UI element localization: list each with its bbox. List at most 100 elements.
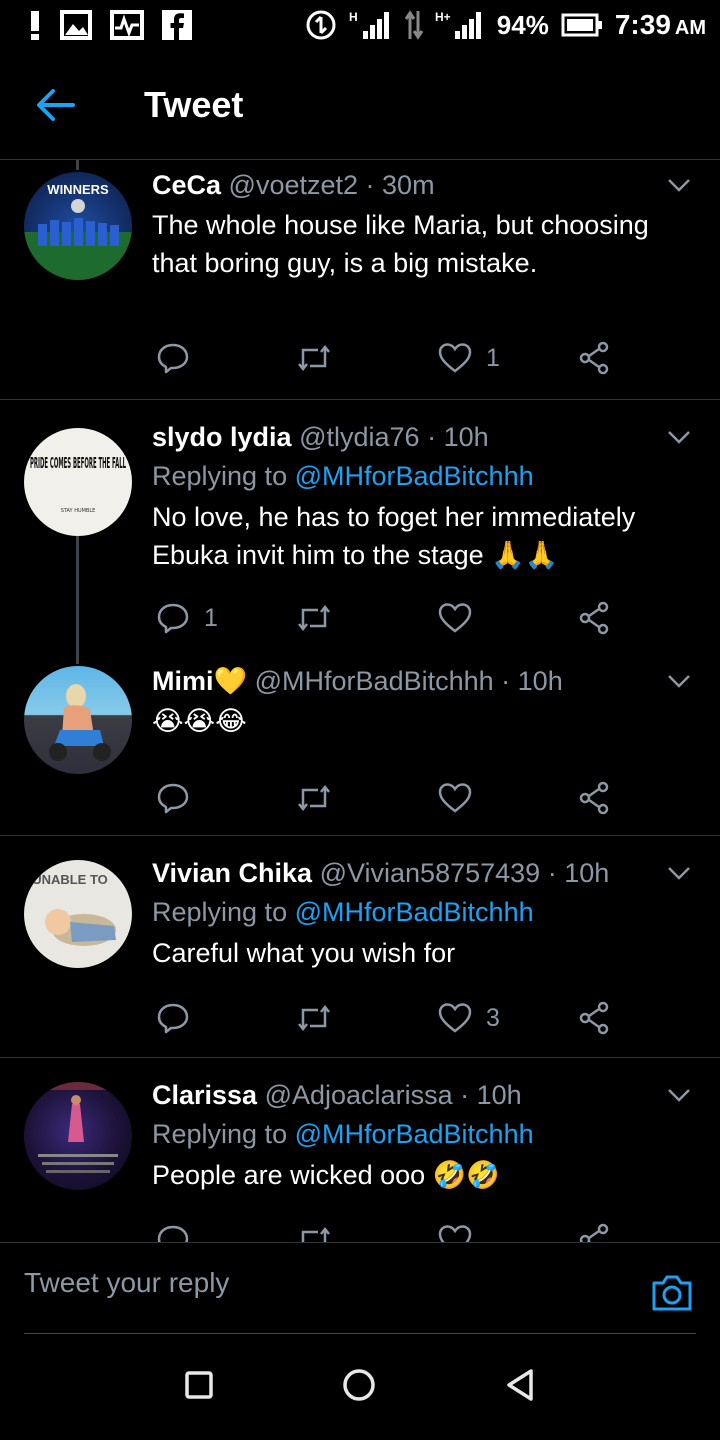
author-name[interactable]: Mimi💛: [152, 666, 247, 696]
tweet-actions: 1: [152, 338, 622, 378]
avatar[interactable]: [24, 666, 132, 774]
reply-input[interactable]: Tweet your reply: [24, 1267, 229, 1299]
chevron-down-icon[interactable]: [664, 666, 694, 696]
retweet-icon: [298, 1004, 330, 1032]
chevron-down-icon[interactable]: [664, 422, 694, 452]
retweet-icon: [298, 784, 330, 812]
thread-connector: [76, 160, 79, 170]
retweet-button[interactable]: [296, 998, 346, 1038]
back-nav-button[interactable]: [504, 1367, 536, 1408]
reply-icon: [157, 343, 189, 374]
signal-1-icon: H: [349, 9, 393, 41]
avatar[interactable]: [24, 1082, 132, 1190]
reply-button[interactable]: [156, 998, 204, 1038]
replying-to-mention[interactable]: @MHforBadBitchhh: [295, 1119, 534, 1149]
like-count: 1: [486, 343, 500, 372]
replying-to-mention[interactable]: @MHforBadBitchhh: [295, 461, 534, 491]
tweet[interactable]: UNABLE TO Vivian Chika @Vivian58757439 ·…: [0, 836, 720, 1058]
tweet-text: The whole house like Maria, but choosing…: [152, 210, 649, 278]
share-button[interactable]: [578, 998, 610, 1038]
heart-icon: [438, 783, 472, 813]
replies-feed[interactable]: WINNERS CeCa @voetzet2 · 30m The whole h…: [0, 160, 720, 1242]
avatar-text: WINNERS: [47, 182, 109, 197]
reply-composer: Tweet your reply: [0, 1242, 720, 1334]
replying-to-prefix: Replying to: [152, 461, 295, 491]
camera-icon: [652, 1275, 692, 1311]
author-handle[interactable]: @Vivian58757439: [320, 858, 541, 888]
reply-button[interactable]: [156, 338, 204, 378]
home-button[interactable]: [341, 1367, 377, 1408]
back-button[interactable]: [0, 50, 110, 160]
author-name[interactable]: CeCa: [152, 170, 221, 200]
author-name[interactable]: slydo lydia: [152, 422, 292, 452]
back-arrow-icon: [37, 88, 75, 121]
avatar[interactable]: UNABLE TO: [24, 860, 132, 968]
replying-to-mention[interactable]: @MHforBadBitchhh: [295, 897, 534, 927]
share-icon: [579, 1223, 609, 1242]
replying-to: Replying to @MHforBadBitchhh: [152, 458, 690, 494]
retweet-button[interactable]: [296, 598, 346, 638]
like-button[interactable]: 3: [438, 998, 500, 1038]
author-handle[interactable]: @MHforBadBitchhh: [255, 666, 494, 696]
tweet-actions: 1: [152, 598, 622, 638]
reply-icon: [157, 1003, 189, 1034]
retweet-button[interactable]: [296, 1220, 346, 1242]
heart-icon: [438, 603, 472, 633]
like-button[interactable]: [438, 1220, 486, 1242]
page-title: Tweet: [144, 83, 244, 125]
tweet-actions: [152, 1220, 622, 1242]
battery-percent: 94%: [496, 9, 549, 40]
system-nav-bar: [0, 1334, 720, 1440]
avatar-image: UNABLE TO: [32, 872, 116, 946]
chevron-down-icon[interactable]: [664, 858, 694, 888]
app-header: Tweet: [0, 50, 720, 160]
share-icon: [579, 341, 609, 375]
retweet-button[interactable]: [296, 778, 346, 818]
tweet[interactable]: PRIDE COMES BEFORE THE FALL STAY HUMBLE …: [0, 400, 720, 664]
avatar-image: [49, 684, 111, 761]
like-button[interactable]: 1: [438, 338, 500, 378]
recents-button[interactable]: [184, 1370, 214, 1405]
author-handle[interactable]: @voetzet2: [229, 170, 358, 200]
reply-button[interactable]: [156, 778, 204, 818]
avatar[interactable]: WINNERS: [24, 172, 132, 280]
tweet-time: · 30m: [365, 170, 435, 200]
tweet[interactable]: WINNERS CeCa @voetzet2 · 30m The whole h…: [0, 160, 720, 400]
share-button[interactable]: [578, 598, 610, 638]
chevron-down-icon[interactable]: [664, 170, 694, 200]
like-button[interactable]: [438, 778, 486, 818]
tweet-time: · 10h: [547, 858, 610, 888]
camera-button[interactable]: [650, 1273, 694, 1318]
square-icon: [184, 1370, 213, 1399]
reply-icon: [157, 783, 189, 814]
share-button[interactable]: [578, 778, 610, 818]
share-icon: [579, 1001, 609, 1035]
retweet-button[interactable]: [296, 338, 346, 378]
tweet-text: Careful what you wish for: [152, 938, 456, 968]
activity-icon: [110, 10, 144, 40]
avatar-text: PRIDE COMES BEFORE THE FALL: [30, 454, 126, 472]
chevron-down-icon[interactable]: [664, 1080, 694, 1110]
author-name[interactable]: Clarissa: [152, 1080, 257, 1110]
tweet[interactable]: Clarissa @Adjoaclarissa · 10h Replying t…: [0, 1058, 720, 1242]
tweet[interactable]: Mimi💛 @MHforBadBitchhh · 10h 😭😭😂: [0, 664, 720, 836]
share-button[interactable]: [578, 1220, 610, 1242]
avatar[interactable]: PRIDE COMES BEFORE THE FALL STAY HUMBLE: [24, 428, 132, 536]
author-name[interactable]: Vivian Chika: [152, 858, 312, 888]
share-icon: [579, 601, 609, 635]
replying-to-prefix: Replying to: [152, 897, 295, 927]
battery-icon: [561, 13, 603, 37]
tweet-time: · 10h: [501, 666, 563, 696]
like-button[interactable]: [438, 598, 486, 638]
clock-ampm: AM: [674, 17, 706, 39]
reply-button[interactable]: [156, 1220, 204, 1242]
data-saver-icon: [305, 9, 337, 41]
author-handle[interactable]: @tlydia76: [299, 422, 419, 452]
network-1-label: H: [349, 10, 358, 24]
share-button[interactable]: [578, 338, 610, 378]
reply-button[interactable]: 1: [156, 598, 218, 638]
author-handle[interactable]: @Adjoaclarissa: [265, 1080, 453, 1110]
reply-icon: [157, 1225, 189, 1242]
heart-icon: [438, 343, 472, 373]
data-transfer-icon: [404, 9, 423, 41]
